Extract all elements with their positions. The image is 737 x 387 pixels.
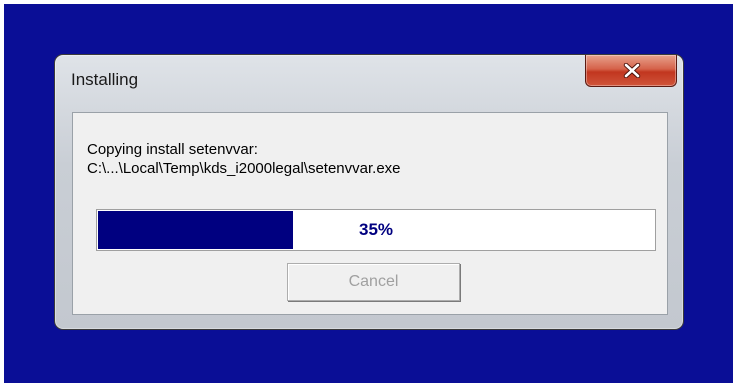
title-bar[interactable]: Installing <box>55 55 683 107</box>
installing-dialog: Installing Copying install setenvvar: C:… <box>54 54 684 330</box>
progress-percent: 35% <box>358 220 394 239</box>
status-message: Copying install setenvvar: <box>87 141 258 158</box>
dialog-client-area: Copying install setenvvar: C:\...\Local\… <box>72 112 668 315</box>
desktop-background: Installing Copying install setenvvar: C:… <box>4 4 733 383</box>
close-button[interactable] <box>585 55 677 87</box>
file-path: C:\...\Local\Temp\kds_i2000legal\setenvv… <box>87 160 401 177</box>
window-title: Installing <box>71 70 139 89</box>
cancel-button[interactable]: Cancel <box>287 263 460 301</box>
progress-bar: 35% <box>96 209 656 251</box>
close-icon <box>623 63 641 78</box>
